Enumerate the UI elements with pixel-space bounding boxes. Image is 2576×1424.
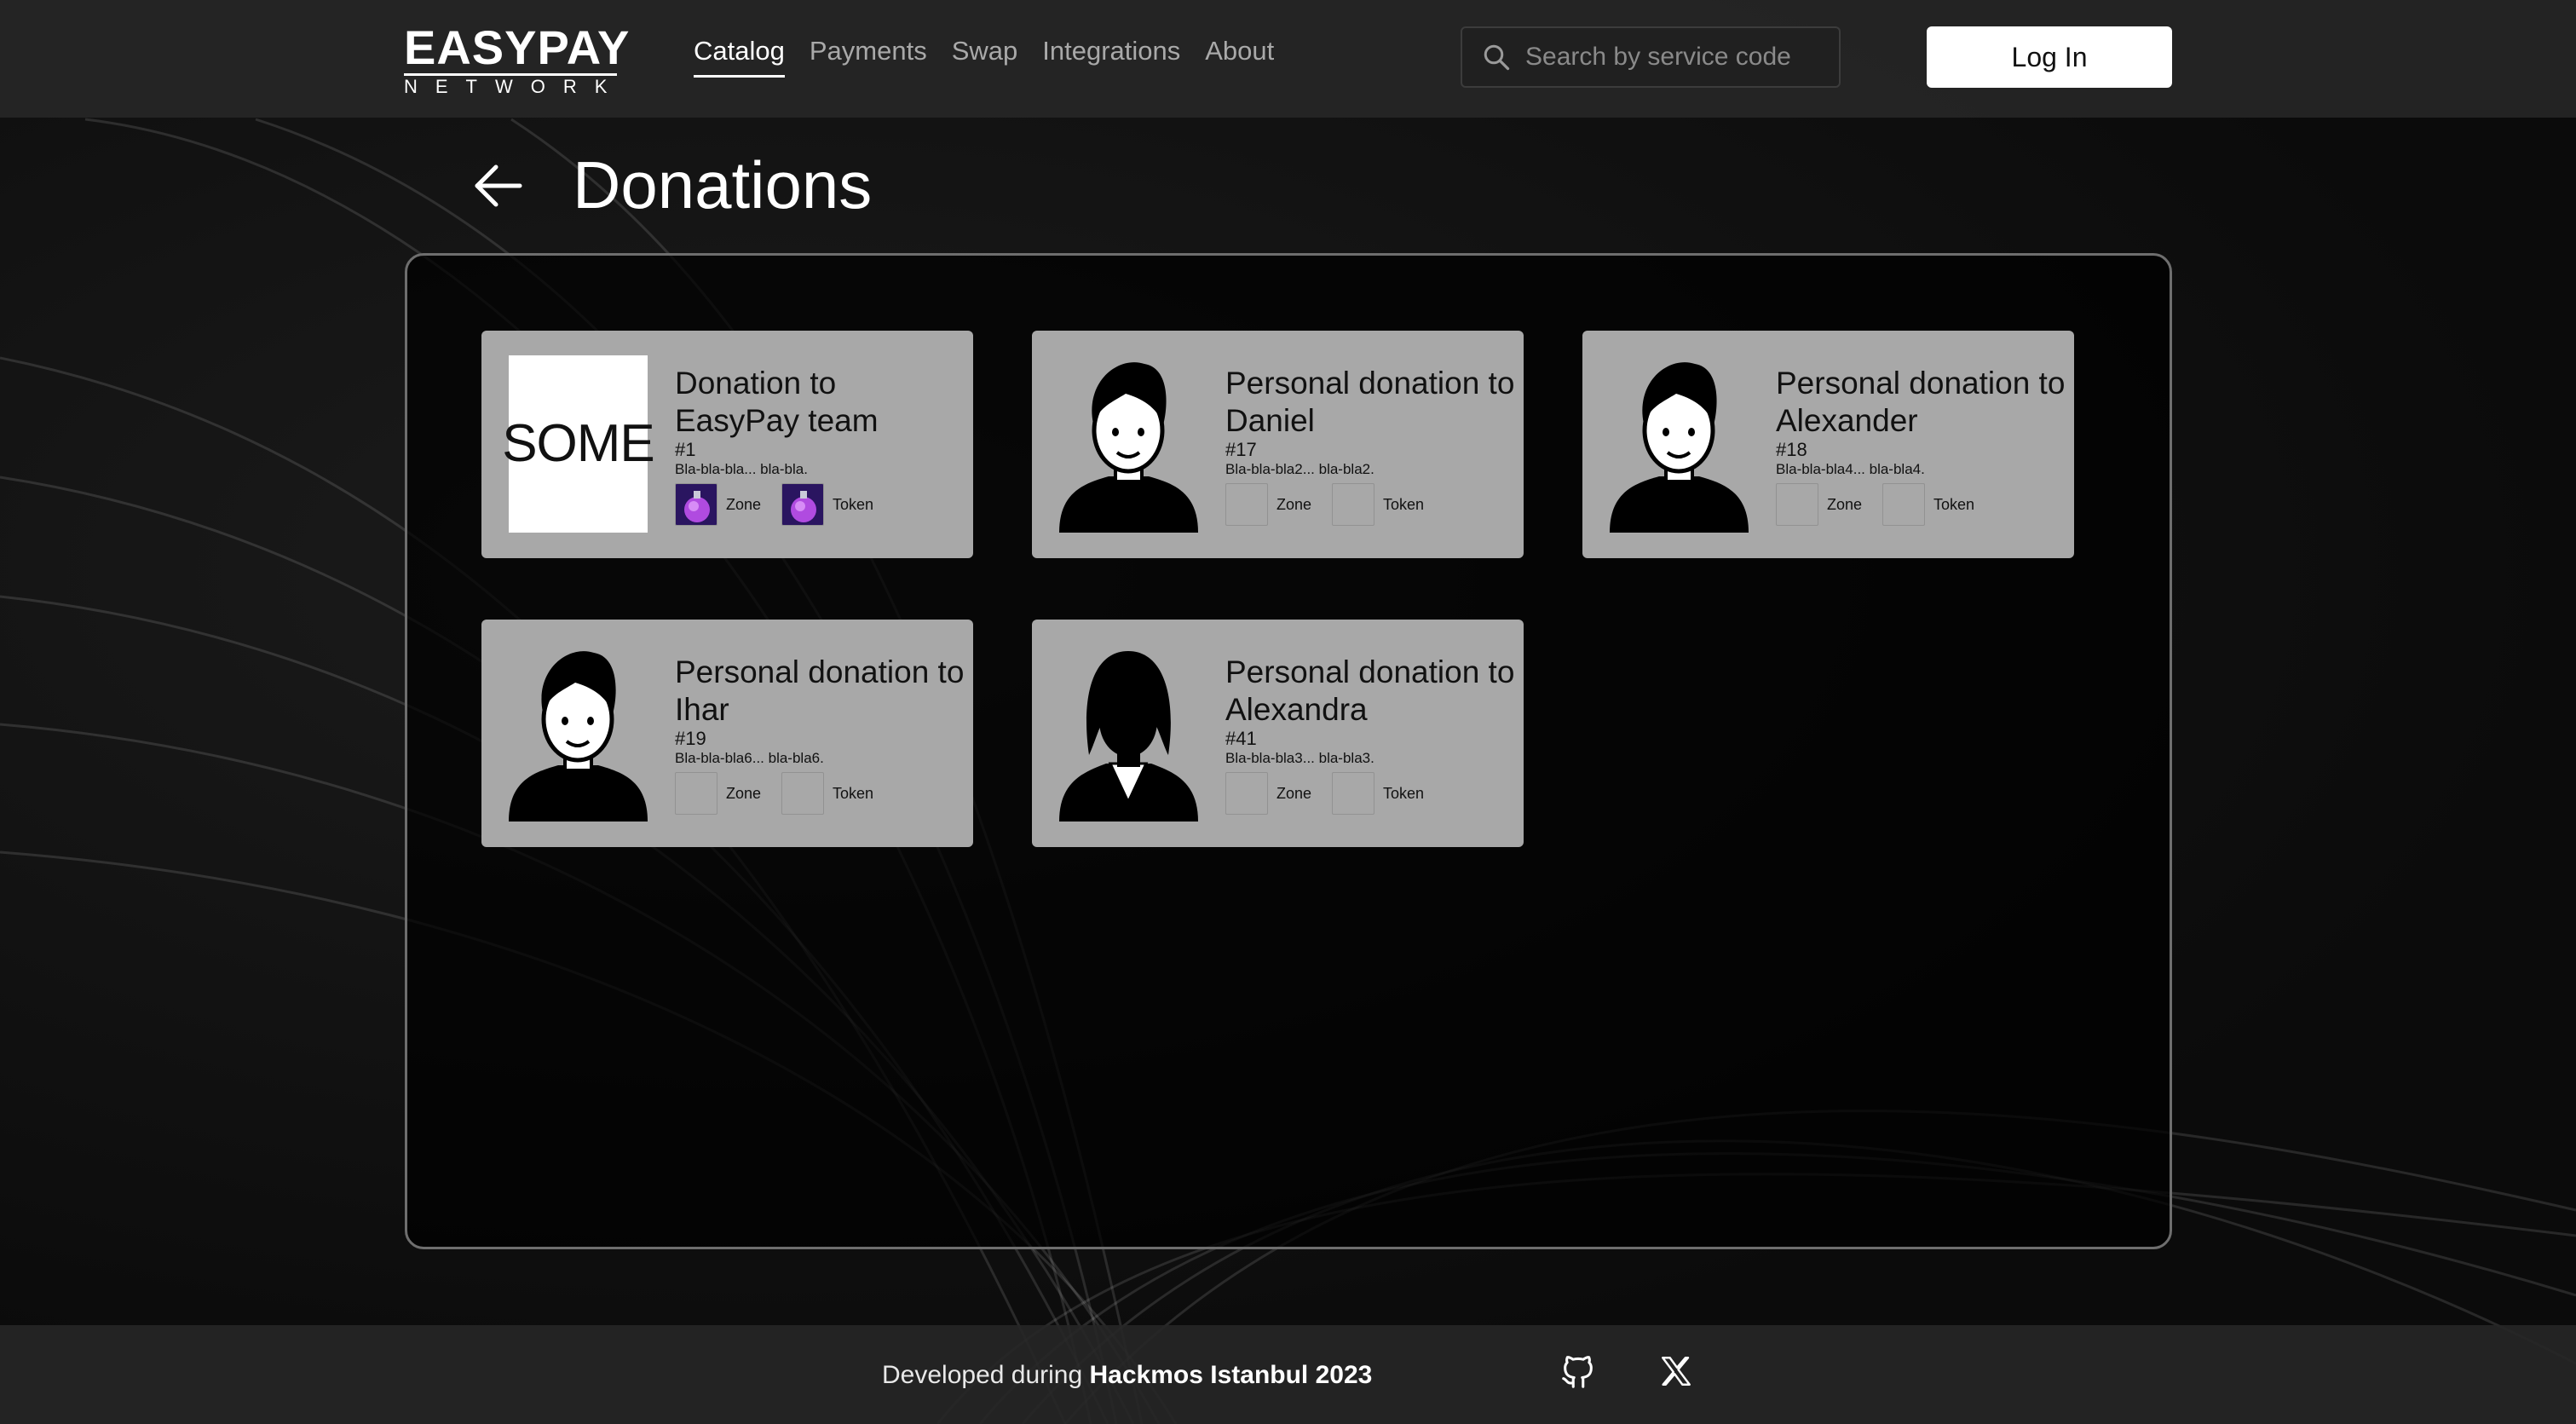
card-description: Bla-bla-bla6... bla-bla6. [675, 750, 824, 766]
male-avatar-icon [1059, 355, 1198, 533]
some-logo-text: SOME [502, 414, 655, 473]
potion-icon [781, 483, 825, 526]
logo-main-text: EASYPAY [404, 20, 631, 74]
card-chips: Zone Token [675, 483, 894, 526]
footer-credit: Developed during Hackmos Istanbul 2023 [882, 1361, 1372, 1390]
x-icon[interactable] [1658, 1353, 1694, 1389]
service-card[interactable]: Personal donation to Daniel #17 Bla-bla-… [1032, 331, 1524, 558]
service-card[interactable]: Personal donation to Ihar #19 Bla-bla-bl… [481, 620, 973, 847]
zone-label: Zone [726, 495, 762, 513]
token-icon [1332, 483, 1375, 526]
search-input[interactable] [1525, 43, 1832, 72]
card-id: #41 [1225, 728, 1257, 749]
card-id: #18 [1776, 439, 1807, 460]
footer: Developed during Hackmos Istanbul 2023 [0, 1325, 2576, 1424]
search-box[interactable] [1461, 26, 1841, 88]
card-title: Donation to EasyPay team [675, 366, 879, 438]
card-title: Personal donation to Alexander [1776, 366, 2066, 438]
service-card[interactable]: Personal donation to Alexander #18 Bla-b… [1582, 331, 2074, 558]
card-chips: Zone Token [1225, 772, 1444, 815]
footer-event-link[interactable]: Hackmos Istanbul 2023 [1090, 1361, 1373, 1389]
card-description: Bla-bla-bla... bla-bla. [675, 461, 808, 477]
card-chips: Zone Token [1225, 483, 1444, 526]
github-icon[interactable] [1559, 1352, 1598, 1391]
token-icon [781, 772, 825, 815]
some-logo: SOME [502, 355, 655, 533]
card-title: Personal donation to Alexandra [1225, 654, 1515, 727]
login-button[interactable]: Log In [1927, 26, 2172, 88]
card-title: Personal donation to Daniel [1225, 366, 1515, 438]
nav-payments[interactable]: Payments [810, 34, 927, 78]
footer-prefix: Developed during [882, 1361, 1090, 1389]
card-description: Bla-bla-bla4... bla-bla4. [1776, 461, 1925, 477]
card-id: #17 [1225, 439, 1257, 460]
zone-label: Zone [1276, 495, 1312, 513]
zone-icon [1776, 483, 1818, 526]
card-description: Bla-bla-bla3... bla-bla3. [1225, 750, 1374, 766]
zone-icon [1225, 483, 1268, 526]
top-header: EASYPAY NETWORK Catalog Payments Swap In… [0, 0, 2576, 118]
card-description: Bla-bla-bla2... bla-bla2. [1225, 461, 1374, 477]
main-nav: Catalog Payments Swap Integrations About [694, 34, 1274, 78]
zone-icon [1225, 772, 1268, 815]
page-title: Donations [573, 147, 873, 222]
zone-label: Zone [1827, 495, 1863, 513]
card-title: Personal donation to Ihar [675, 654, 965, 727]
logo-sub-text: NETWORK [404, 73, 617, 96]
male-avatar-icon [1610, 355, 1749, 533]
card-chips: Zone Token [1776, 483, 1995, 526]
back-arrow-icon[interactable] [470, 159, 525, 213]
potion-icon [675, 483, 717, 526]
zone-label: Zone [1276, 784, 1312, 802]
card-id: #1 [675, 439, 696, 460]
token-label: Token [1933, 495, 1975, 513]
token-label: Token [833, 495, 874, 513]
service-card[interactable]: Personal donation to Alexandra #41 Bla-b… [1032, 620, 1524, 847]
token-label: Token [833, 784, 874, 802]
zone-label: Zone [726, 784, 762, 802]
female-avatar-icon [1059, 644, 1198, 822]
search-icon [1484, 44, 1510, 71]
easypay-logo[interactable]: EASYPAY NETWORK [404, 20, 631, 96]
token-icon [1882, 483, 1926, 526]
token-label: Token [1383, 495, 1425, 513]
zone-icon [675, 772, 717, 815]
card-id: #19 [675, 728, 706, 749]
card-chips: Zone Token [675, 772, 894, 815]
male-avatar-icon [509, 644, 648, 822]
nav-catalog[interactable]: Catalog [694, 34, 785, 78]
catalog-panel: SOME Donation to EasyPay team #1 Bla-bla… [405, 253, 2172, 1249]
nav-integrations[interactable]: Integrations [1042, 34, 1180, 78]
service-card[interactable]: SOME Donation to EasyPay team #1 Bla-bla… [481, 331, 973, 558]
token-icon [1332, 772, 1375, 815]
nav-about[interactable]: About [1205, 34, 1274, 78]
token-label: Token [1383, 784, 1425, 802]
nav-swap[interactable]: Swap [952, 34, 1018, 78]
